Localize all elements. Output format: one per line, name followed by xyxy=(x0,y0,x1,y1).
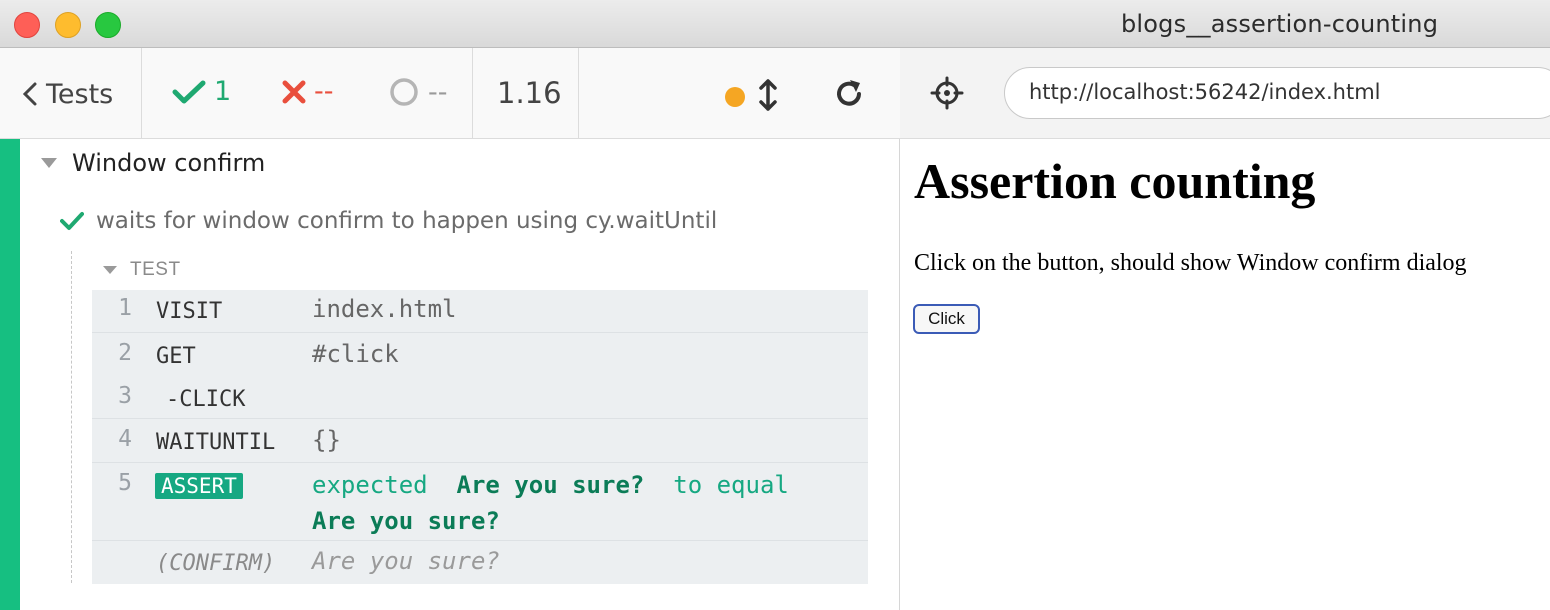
command-number: 2 xyxy=(118,340,132,366)
command-row-confirm[interactable]: (CONFIRM) Are you sure? xyxy=(92,540,868,584)
chevron-left-icon xyxy=(22,82,37,106)
failed-value: -- xyxy=(314,76,334,107)
test-title: waits for window confirm to happen using… xyxy=(96,208,718,234)
window-titlebar: blogs__assertion-counting xyxy=(0,0,1550,48)
test-header[interactable]: waits for window confirm to happen using… xyxy=(60,208,717,234)
command-log: 1 VISIT index.html 2 GET #click 3 -CLICK… xyxy=(92,290,868,584)
divider xyxy=(141,48,142,139)
assert-badge: ASSERT xyxy=(155,473,243,499)
command-name: (CONFIRM) xyxy=(156,551,276,576)
command-row[interactable]: 4 WAITUNTIL {} xyxy=(92,418,868,462)
command-number: 3 xyxy=(118,383,132,409)
failed-count: -- xyxy=(282,76,334,107)
test-section-header[interactable]: TEST xyxy=(102,259,181,281)
command-name: VISIT xyxy=(156,299,223,324)
click-button[interactable]: Click xyxy=(913,304,980,334)
caret-down-icon xyxy=(103,266,117,274)
selector-playground-icon[interactable] xyxy=(930,76,964,110)
command-message: #click xyxy=(312,340,399,368)
window-minimize-button[interactable] xyxy=(55,12,81,38)
assert-value: Are you sure? xyxy=(312,507,500,535)
divider xyxy=(472,48,473,139)
window-close-button[interactable] xyxy=(14,12,40,38)
page-paragraph: Click on the button, should show Window … xyxy=(914,250,1467,276)
duration: 1.16 xyxy=(497,76,562,110)
reload-icon[interactable] xyxy=(832,77,866,111)
assert-value: Are you sure? xyxy=(456,471,645,499)
command-message: Are you sure? xyxy=(312,547,500,575)
reporter-panel: Tests 1 -- -- 1.16 Window confirm waits … xyxy=(0,48,900,610)
command-row[interactable]: 1 VISIT index.html xyxy=(92,290,868,332)
resize-arrows-icon[interactable] xyxy=(758,78,778,112)
command-number: 5 xyxy=(118,470,132,496)
suite-header[interactable]: Window confirm xyxy=(40,149,265,177)
command-message: {} xyxy=(312,426,341,454)
status-dot-icon xyxy=(725,87,745,107)
command-number: 1 xyxy=(118,295,132,321)
command-row-assert[interactable]: 5 ASSERT expected Are you sure? to equal… xyxy=(92,462,868,540)
x-icon xyxy=(282,80,306,103)
command-name: GET xyxy=(156,344,196,369)
check-icon xyxy=(60,212,84,230)
aut-panel: http://localhost:56242/index.html Assert… xyxy=(900,48,1550,610)
url-bar[interactable]: http://localhost:56242/index.html xyxy=(1004,67,1550,119)
passed-value: 1 xyxy=(214,76,232,107)
test-section-label: TEST xyxy=(130,259,181,280)
window-title: blogs__assertion-counting xyxy=(1121,10,1439,38)
assert-text: to equal xyxy=(673,471,789,499)
tests-back-button[interactable]: Tests xyxy=(22,74,113,114)
command-name: WAITUNTIL xyxy=(156,430,276,455)
assert-text: expected xyxy=(312,471,428,499)
assert-message: expected Are you sure? to equal Are you … xyxy=(312,467,852,539)
tests-label: Tests xyxy=(46,78,114,110)
check-icon xyxy=(172,80,206,103)
command-number: 4 xyxy=(118,426,132,452)
test-status-strip xyxy=(0,139,20,610)
pending-value: -- xyxy=(428,76,448,108)
suite-title: Window confirm xyxy=(72,149,266,177)
page-heading: Assertion counting xyxy=(914,153,1316,209)
divider xyxy=(578,48,579,139)
stats-bar: Tests 1 -- -- 1.16 xyxy=(0,48,900,139)
passed-count: 1 xyxy=(172,76,231,107)
pending-circle-icon xyxy=(390,78,418,106)
pending-count: -- xyxy=(388,76,448,108)
command-message: index.html xyxy=(312,295,457,323)
command-row[interactable]: 2 GET #click 3 -CLICK xyxy=(92,332,868,418)
aut-header: http://localhost:56242/index.html xyxy=(900,48,1550,139)
window-maximize-button[interactable] xyxy=(95,12,121,38)
command-name: -CLICK xyxy=(166,387,246,412)
caret-down-icon xyxy=(41,158,57,168)
hook-rail xyxy=(71,251,72,583)
